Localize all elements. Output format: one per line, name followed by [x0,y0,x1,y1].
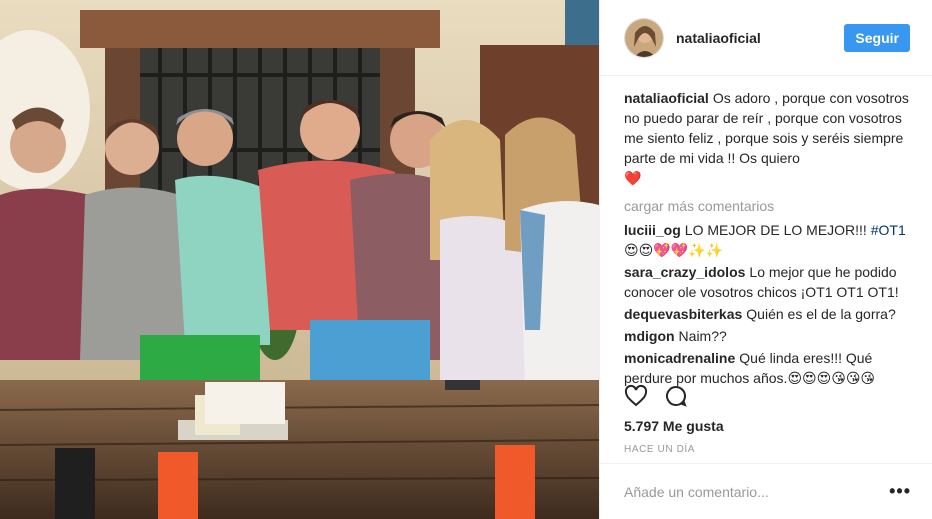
post-actions [624,384,688,411]
group-photo-image [0,0,599,519]
comment-emoji: 😍😍💖💖✨✨ [624,242,723,258]
post-username[interactable]: nataliaoficial [676,30,844,46]
comment-emoji: 😍😍😍😘😘😘 [787,370,876,386]
avatar[interactable] [624,17,664,58]
comment-item: monicadrenaline Qué linda eres!!! Qué per… [624,348,910,388]
comment-text: Naim?? [678,328,727,344]
comment-item: luciii_og LO MEJOR DE LO MEJOR!!! #OT1 😍😍… [624,220,910,260]
caption-emoji: ❤️ [624,170,642,186]
follow-button[interactable]: Seguir [844,23,910,52]
caption: nataliaoficial Os adoro , porque con voso… [624,88,910,188]
comment-username[interactable]: dequevasbiterkas [624,306,742,322]
post-photo[interactable] [0,0,599,519]
more-options-icon[interactable]: ••• [889,481,911,502]
avatar-image [625,18,663,57]
post-header: nataliaoficial Seguir [600,0,932,76]
comment-item: dequevasbiterkas Quién es el de la gorra? [624,304,910,324]
speech-bubble-icon[interactable] [664,384,688,411]
heart-outline-icon[interactable] [624,384,648,411]
load-more-comments-link[interactable]: cargar más comentarios [624,196,910,216]
post-side-panel: nataliaoficial Seguir nataliaoficial Os a… [599,0,932,519]
instagram-post: nataliaoficial Seguir nataliaoficial Os a… [0,0,932,519]
comment-item: mdigon Naim?? [624,326,910,346]
comment-input[interactable] [624,483,890,500]
add-comment-bar: ••• [600,463,932,519]
comment-username[interactable]: sara_crazy_idolos [624,264,745,280]
post-timestamp: HACE UN DÍA [624,444,696,455]
comment-username[interactable]: luciii_og [624,222,681,238]
comment-username[interactable]: monicadrenaline [624,350,735,366]
comment-item: sara_crazy_idolos Lo mejor que he podido … [624,262,910,302]
likes-count[interactable]: 5.797 Me gusta [624,418,724,434]
caption-username[interactable]: nataliaoficial [624,90,709,106]
comment-text: LO MEJOR DE LO MEJOR!!! [684,222,871,238]
comment-text: Quién es el de la gorra? [746,306,896,322]
comment-username[interactable]: mdigon [624,328,675,344]
comment-hashtag[interactable]: #OT1 [871,222,906,238]
comments-list: nataliaoficial Os adoro , porque con voso… [600,76,932,388]
